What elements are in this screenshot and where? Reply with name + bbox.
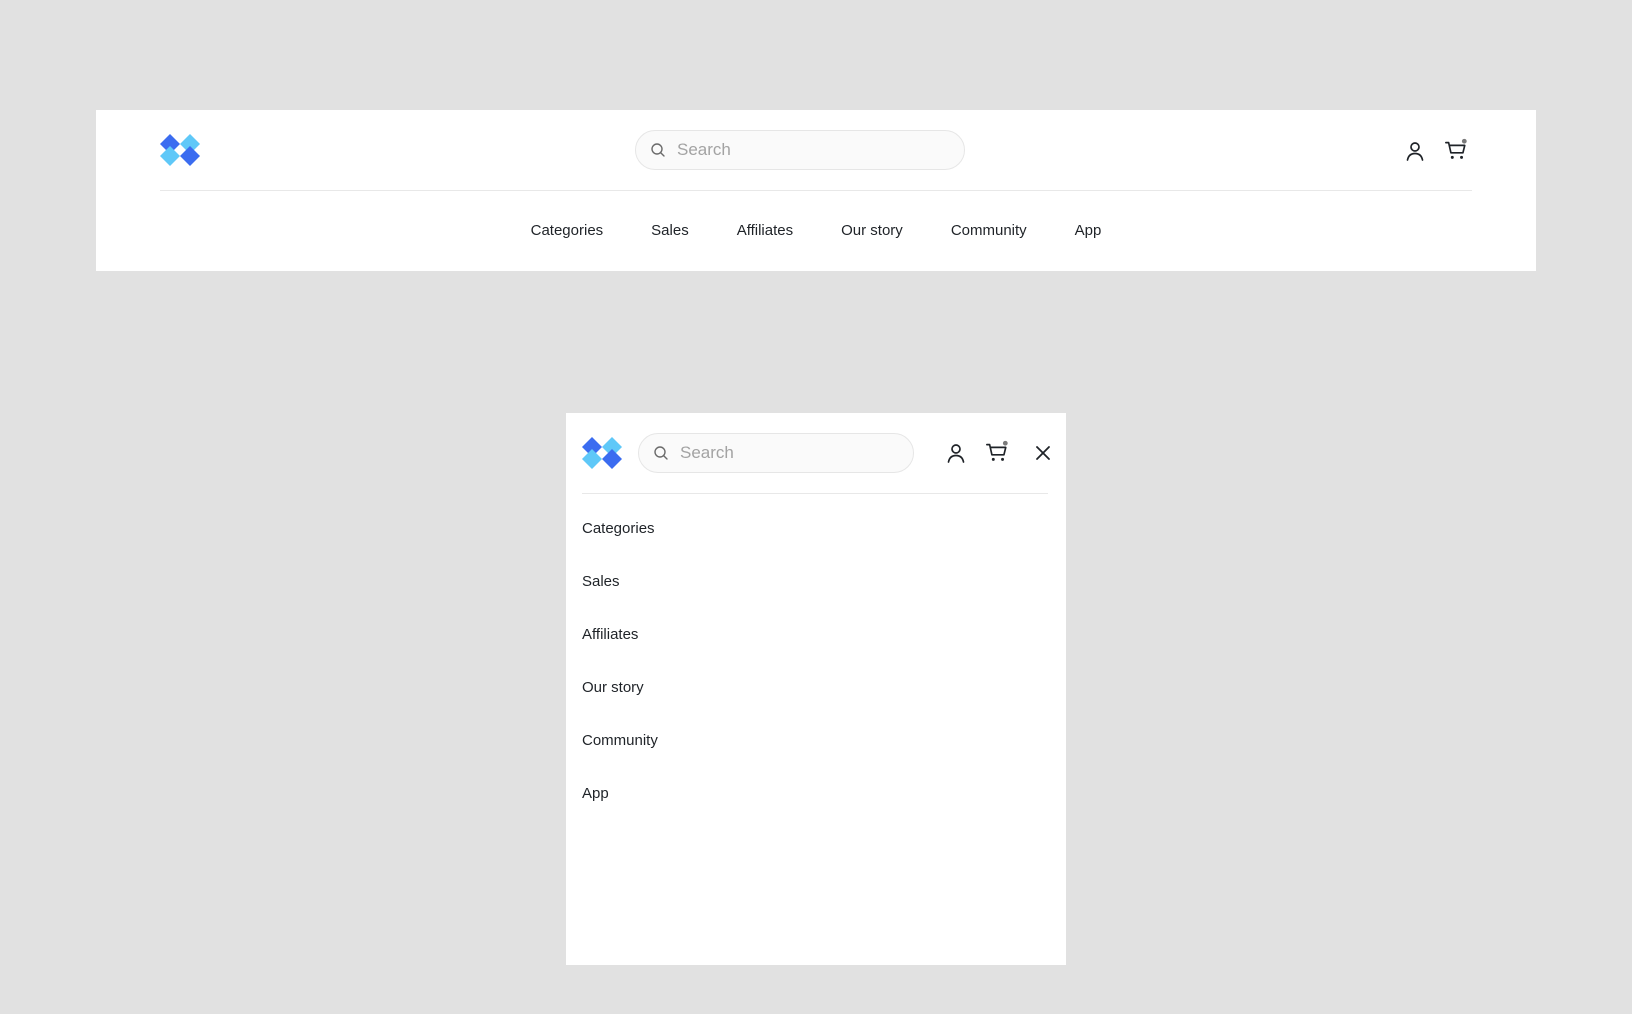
close-icon [1036, 446, 1050, 460]
desktop-header: Categories Sales Affiliates Our story Co… [96, 110, 1536, 271]
diamond-logo-icon [160, 134, 200, 166]
user-icon [947, 444, 965, 463]
nav-item-our-story[interactable]: Our story [817, 221, 927, 241]
mobile-nav: Categories Sales Affiliates Our story Co… [582, 519, 1048, 837]
nav-item-community[interactable]: Community [927, 221, 1051, 241]
search-field[interactable] [638, 433, 914, 473]
cart-badge [1461, 138, 1467, 144]
close-menu-button[interactable] [1031, 441, 1055, 465]
search-icon [651, 143, 665, 157]
logo-link[interactable] [582, 437, 622, 469]
mobile-menu: Categories Sales Affiliates Our story Co… [566, 413, 1066, 965]
nav-item-categories[interactable]: Categories [507, 221, 628, 241]
account-button[interactable] [1403, 139, 1427, 163]
mobile-nav-item-categories[interactable]: Categories [582, 519, 1048, 572]
search-input[interactable] [680, 443, 880, 463]
search-field[interactable] [635, 130, 965, 170]
user-icon [1406, 142, 1424, 161]
nav-item-affiliates[interactable]: Affiliates [713, 221, 817, 241]
diamond-logo-icon [582, 437, 622, 469]
nav-item-app[interactable]: App [1051, 221, 1126, 241]
cart-icon [986, 440, 1008, 461]
mobile-nav-item-our-story[interactable]: Our story [582, 678, 1048, 731]
mobile-top-bar [582, 413, 1050, 494]
mobile-nav-item-community[interactable]: Community [582, 731, 1048, 784]
mobile-nav-item-app[interactable]: App [582, 784, 1048, 837]
cart-icon [1445, 138, 1467, 159]
account-button[interactable] [944, 441, 968, 465]
nav-item-sales[interactable]: Sales [627, 221, 713, 241]
desktop-nav: Categories Sales Affiliates Our story Co… [96, 191, 1536, 271]
cart-button[interactable] [985, 440, 1009, 464]
cart-button[interactable] [1444, 138, 1468, 162]
desktop-top-bar [160, 110, 1472, 191]
mobile-nav-item-affiliates[interactable]: Affiliates [582, 625, 1048, 678]
logo-link[interactable] [160, 134, 200, 166]
search-input[interactable] [677, 140, 927, 160]
mobile-nav-item-sales[interactable]: Sales [582, 572, 1048, 625]
cart-badge [1002, 440, 1008, 446]
search-icon [654, 446, 668, 460]
